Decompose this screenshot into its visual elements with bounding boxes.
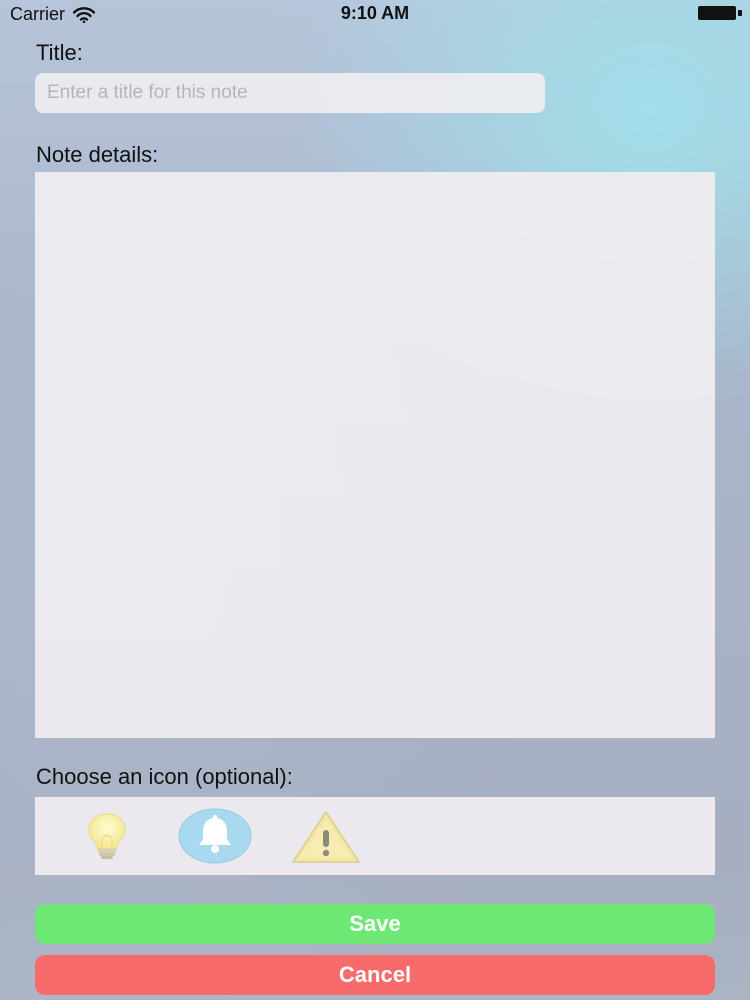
bell-icon[interactable]: [178, 808, 254, 864]
note-details-label: Note details:: [36, 142, 159, 167]
warning-icon[interactable]: [289, 808, 365, 864]
status-bar: Carrier 9:10 AM: [0, 0, 750, 28]
note-details-textarea[interactable]: [35, 172, 715, 738]
title-label: Title:: [36, 40, 83, 65]
lightbulb-icon[interactable]: [69, 808, 145, 864]
icon-picker: [35, 797, 715, 875]
cancel-button[interactable]: Cancel: [35, 955, 715, 995]
battery-icon: [698, 6, 742, 20]
status-time: 9:10 AM: [340, 3, 410, 23]
title-input[interactable]: [35, 73, 545, 113]
save-button[interactable]: Save: [35, 904, 715, 944]
choose-icon-label: Choose an icon (optional):: [36, 764, 293, 789]
